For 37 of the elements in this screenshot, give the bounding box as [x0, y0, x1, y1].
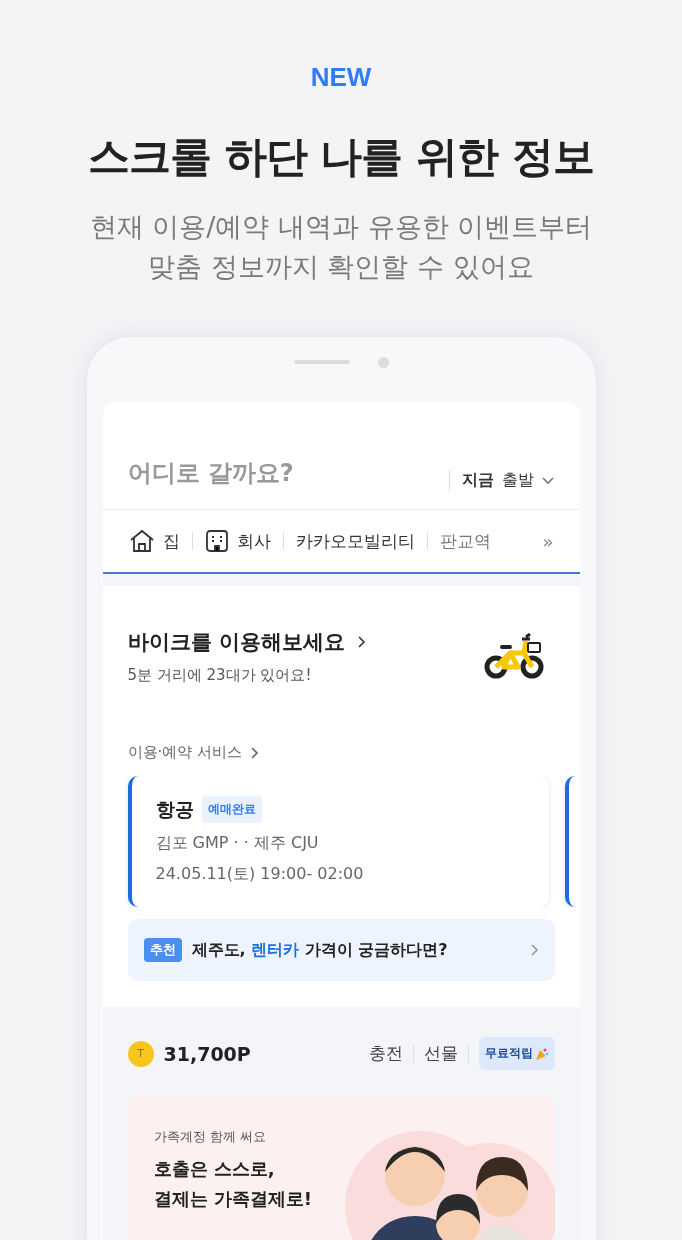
- place-shortcut[interactable]: 집: [128, 529, 192, 553]
- departure-time-dropdown[interactable]: 지금 출발: [448, 470, 554, 491]
- booking-category: 항공: [155, 796, 194, 822]
- status-badge: 예매완료: [201, 796, 262, 823]
- chevron-icon: [529, 943, 539, 957]
- building-icon: [204, 529, 229, 553]
- home-icon: [128, 529, 155, 553]
- camera-dot: [377, 356, 389, 368]
- more-places-button[interactable]: »: [536, 529, 580, 553]
- bike-promo-link[interactable]: 바이크를 이용해보세요: [127, 628, 366, 656]
- place-shortcut[interactable]: 회사: [192, 529, 283, 553]
- recommendation-text: 제주도, 렌터카 가격이 궁금하다면?: [191, 939, 449, 961]
- booking-card[interactable]: 항공 예매완료 김포 GMP · · 제주 CJU 24.05.11(토) 19:00- 02:00: [127, 776, 549, 907]
- party-popper-icon: [534, 1046, 549, 1061]
- chevron-icon: [356, 635, 366, 649]
- headline: 스크롤 하단 나를 위한 정보: [88, 131, 594, 183]
- chevron-icon: [250, 745, 260, 760]
- banner-subtitle: 가족계정 함께 써요: [153, 1128, 267, 1146]
- coin-icon: T: [127, 1040, 154, 1067]
- banner-title: 호출은 스스로, 결제는 가족결제로!: [153, 1157, 313, 1211]
- points-action[interactable]: 선물: [413, 1042, 468, 1065]
- flight-route: 김포 GMP · · 제주 CJU: [155, 833, 320, 854]
- points-balance: 31,700P: [163, 1042, 252, 1065]
- chevron-down-icon: [541, 476, 554, 485]
- description: 현재 이용/예약 내역과 유용한 이벤트부터 맞춤 정보까지 확인할 수 있어요: [89, 210, 593, 284]
- points-action[interactable]: 충전: [358, 1042, 413, 1065]
- services-link[interactable]: 이용·예약 서비스: [102, 743, 285, 762]
- family-account-banner[interactable]: 가족계정 함께 써요 호출은 스스로, 결제는 가족결제로!: [127, 1096, 555, 1240]
- recommendation-banner[interactable]: 추천 제주도, 렌터카 가격이 궁금하다면?: [127, 919, 555, 981]
- place-shortcut[interactable]: 판교역: [427, 529, 503, 553]
- bike-availability: 5분 거리에 23대가 있어요!: [127, 666, 313, 685]
- new-label: NEW: [310, 62, 372, 93]
- place-shortcut[interactable]: 카카오모빌리티: [283, 529, 427, 553]
- bicycle-icon: [483, 632, 544, 681]
- recommend-badge: 추천: [143, 938, 182, 962]
- flight-schedule: 24.05.11(토) 19:00- 02:00: [155, 864, 365, 885]
- free-points-button[interactable]: 무료적립: [478, 1037, 555, 1070]
